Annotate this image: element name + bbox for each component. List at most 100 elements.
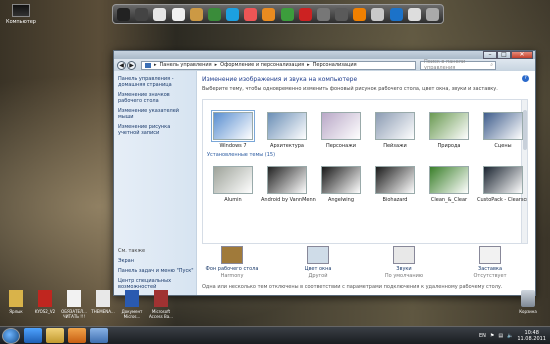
theme-preview-image [429, 112, 469, 140]
desktop-computer-icon[interactable]: Компьютер [4, 4, 38, 25]
ie-taskbar-icon[interactable] [24, 328, 42, 343]
theme-name: Пейзажи [383, 143, 407, 149]
file-icon [125, 290, 139, 307]
forward-button[interactable]: ▶ [127, 60, 136, 70]
theme-name: Персонажи [326, 143, 356, 149]
ring-icon[interactable] [262, 7, 276, 21]
window-color-setting[interactable]: Цвет окна Другой [288, 246, 348, 279]
camera-icon[interactable] [335, 7, 349, 21]
sidebar-link-home[interactable]: Панель управления - домашняя страница [118, 76, 192, 88]
installed-theme[interactable]: CustoPack - Clearscreen Sharp [477, 166, 528, 203]
setting-label: Фон рабочего стола [205, 266, 259, 272]
control-panel-icon [145, 62, 151, 68]
crumb-control-panel[interactable]: Панель управления [160, 62, 212, 68]
aero-theme[interactable]: Архитектура [261, 112, 313, 149]
theme-name: Android by VannMenn [261, 197, 316, 203]
toolbar-icon[interactable] [153, 7, 167, 21]
desktop-icon[interactable]: ОБЯЗАТЕЛ... ЧИТАТЬ !!! [60, 290, 88, 319]
sidebar: Панель управления - домашняя страница Из… [114, 71, 197, 295]
file-icon [9, 290, 23, 307]
installed-theme[interactable]: Angelwing [315, 166, 367, 203]
opera-icon[interactable] [298, 7, 312, 21]
explorer-taskbar-icon[interactable] [46, 328, 64, 343]
help-icon[interactable]: ? [522, 75, 529, 82]
network-icon[interactable]: ▤ [498, 333, 503, 339]
volume-icon[interactable]: 🔈 [507, 333, 513, 339]
theme-preview-image [321, 166, 361, 194]
minimize-button[interactable]: – [483, 51, 497, 59]
search-icon: ⌕ [490, 62, 493, 68]
recycle-bin-icon[interactable]: Корзина [514, 290, 542, 314]
theme-preview-image [375, 112, 415, 140]
close-button[interactable]: ✕ [511, 51, 533, 59]
sidebar-link-desktop-icons[interactable]: Изменение значков рабочего стола [118, 92, 192, 104]
theme-name: Архитектура [270, 143, 304, 149]
media-taskbar-icon[interactable] [68, 328, 86, 343]
language-indicator[interactable]: EN [479, 333, 486, 339]
theme-name: Angelwing [327, 197, 355, 203]
desktop-icon[interactable]: Microsoft Access Ba... [147, 290, 175, 319]
music-icon[interactable] [244, 7, 258, 21]
page-description: Выберите тему, чтобы одновременно измени… [202, 86, 498, 92]
dark-icon[interactable] [135, 7, 149, 21]
personalization-window: – □ ✕ ◀ ▶ ▸ Панель управления ▸ Оформлен… [113, 50, 536, 296]
desktop-icon[interactable]: Документ Micros... [118, 290, 146, 319]
vlc-icon[interactable] [353, 7, 367, 21]
address-bar: ◀ ▶ ▸ Панель управления ▸ Оформление и п… [114, 59, 535, 71]
monitor-icon[interactable] [117, 7, 130, 21]
desktop-icon[interactable]: KYOS2_V2 [31, 290, 59, 314]
screensaver-setting[interactable]: Заставка Отсутствует [460, 246, 520, 279]
crumb-appearance[interactable]: Оформление и персонализация [220, 62, 304, 68]
theme-name: CustoPack - Clearscreen Sharp [477, 197, 528, 203]
recycle-bin-label: Корзина [519, 309, 537, 314]
desktop-icon-label: THEMENA... [91, 309, 115, 314]
aero-theme[interactable]: Пейзажи [369, 112, 421, 149]
start-button[interactable] [2, 327, 20, 344]
desktop-computer-label: Компьютер [6, 19, 36, 25]
app-icon[interactable] [425, 7, 439, 21]
remote-desktop-note: Одна или несколько тем отключены в соотв… [202, 284, 503, 290]
theme-preview-image [375, 166, 415, 194]
utorrent-icon[interactable] [207, 7, 221, 21]
installed-themes-label: Установленные темы (15) [207, 152, 276, 158]
aero-theme[interactable]: Природа [423, 112, 475, 149]
sidebar-link-mouse-pointers[interactable]: Изменение указателей мыши [118, 108, 192, 120]
skype-icon[interactable] [226, 7, 240, 21]
see-also-taskbar[interactable]: Панель задач и меню "Пуск" [118, 268, 196, 274]
desktop-background-setting[interactable]: Фон рабочего стола Harmony [202, 246, 262, 279]
aero-theme[interactable]: Windows 7 [207, 110, 259, 149]
installed-theme[interactable]: Android by VannMenn [261, 166, 316, 203]
aero-theme[interactable]: Персонажи [315, 112, 367, 149]
chrome-icon[interactable] [280, 7, 294, 21]
installed-theme[interactable]: Biohazard [369, 166, 421, 203]
search-input[interactable]: Поиск в панели управления ⌕ [420, 59, 496, 71]
flag-icon[interactable]: ⚑ [490, 333, 494, 339]
desktop-icon-label: Microsoft Access Ba... [149, 309, 173, 319]
title-bar[interactable]: – □ ✕ [114, 51, 535, 59]
theme-name: Clean_&_Clear [430, 197, 468, 203]
installed-theme[interactable]: Alumin [207, 166, 259, 203]
sidebar-link-account-picture[interactable]: Изменение рисунка учетной записи [118, 124, 192, 136]
see-also-display[interactable]: Экран [118, 258, 196, 264]
control-panel-taskbar-icon[interactable] [90, 328, 108, 343]
box-icon[interactable] [371, 7, 385, 21]
desktop-icon[interactable]: Ярлык [2, 290, 30, 314]
address-field[interactable]: ▸ Панель управления ▸ Оформление и персо… [141, 60, 416, 70]
gear-icon[interactable] [316, 7, 330, 21]
installed-theme[interactable]: Clean_&_Clear [423, 166, 475, 203]
file-icon [96, 290, 110, 307]
sounds-setting[interactable]: Звуки По умолчанию [374, 246, 434, 279]
play-icon[interactable] [407, 7, 421, 21]
see-also-section: См. также Экран Панель задач и меню "Пус… [118, 248, 196, 294]
maximize-button[interactable]: □ [497, 51, 511, 59]
see-also-accessibility[interactable]: Центр специальных возможностей [118, 278, 196, 290]
bars-icon[interactable] [389, 7, 403, 21]
clock[interactable]: 10:48 11.08.2011 [517, 330, 546, 342]
desktop-icon[interactable]: THEMENA... [89, 290, 117, 314]
back-button[interactable]: ◀ [117, 60, 126, 70]
people-icon[interactable] [189, 7, 203, 21]
setting-label: Заставка [477, 266, 503, 272]
wrench-icon[interactable] [171, 7, 185, 21]
aero-theme[interactable]: Сцены [477, 112, 527, 149]
crumb-personalization[interactable]: Персонализация [313, 62, 357, 68]
